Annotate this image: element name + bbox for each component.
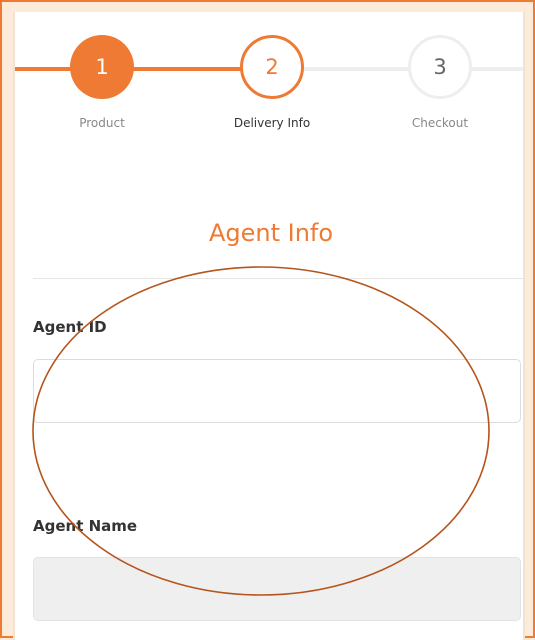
step-3-circle: 3 — [408, 35, 472, 99]
page-frame: 1 2 3 Product Delivery Info Checkout Age… — [0, 0, 535, 640]
section-divider — [33, 278, 523, 279]
step-3-label: Checkout — [411, 116, 469, 130]
agent-name-input — [33, 557, 521, 621]
step-1-label: Product — [79, 116, 125, 130]
step-2-circle[interactable]: 2 — [240, 35, 304, 99]
stepper-progress-line — [15, 67, 265, 71]
form-card: 1 2 3 Product Delivery Info Checkout Age… — [13, 12, 525, 640]
stepper-remaining-line — [265, 67, 523, 71]
agent-name-label: Agent Name — [33, 517, 138, 535]
section-title: Agent Info — [208, 219, 334, 247]
agent-id-label: Agent ID — [33, 318, 107, 336]
agent-id-input[interactable] — [33, 359, 521, 423]
step-1-circle[interactable]: 1 — [70, 35, 134, 99]
step-2-label: Delivery Info — [233, 116, 311, 130]
